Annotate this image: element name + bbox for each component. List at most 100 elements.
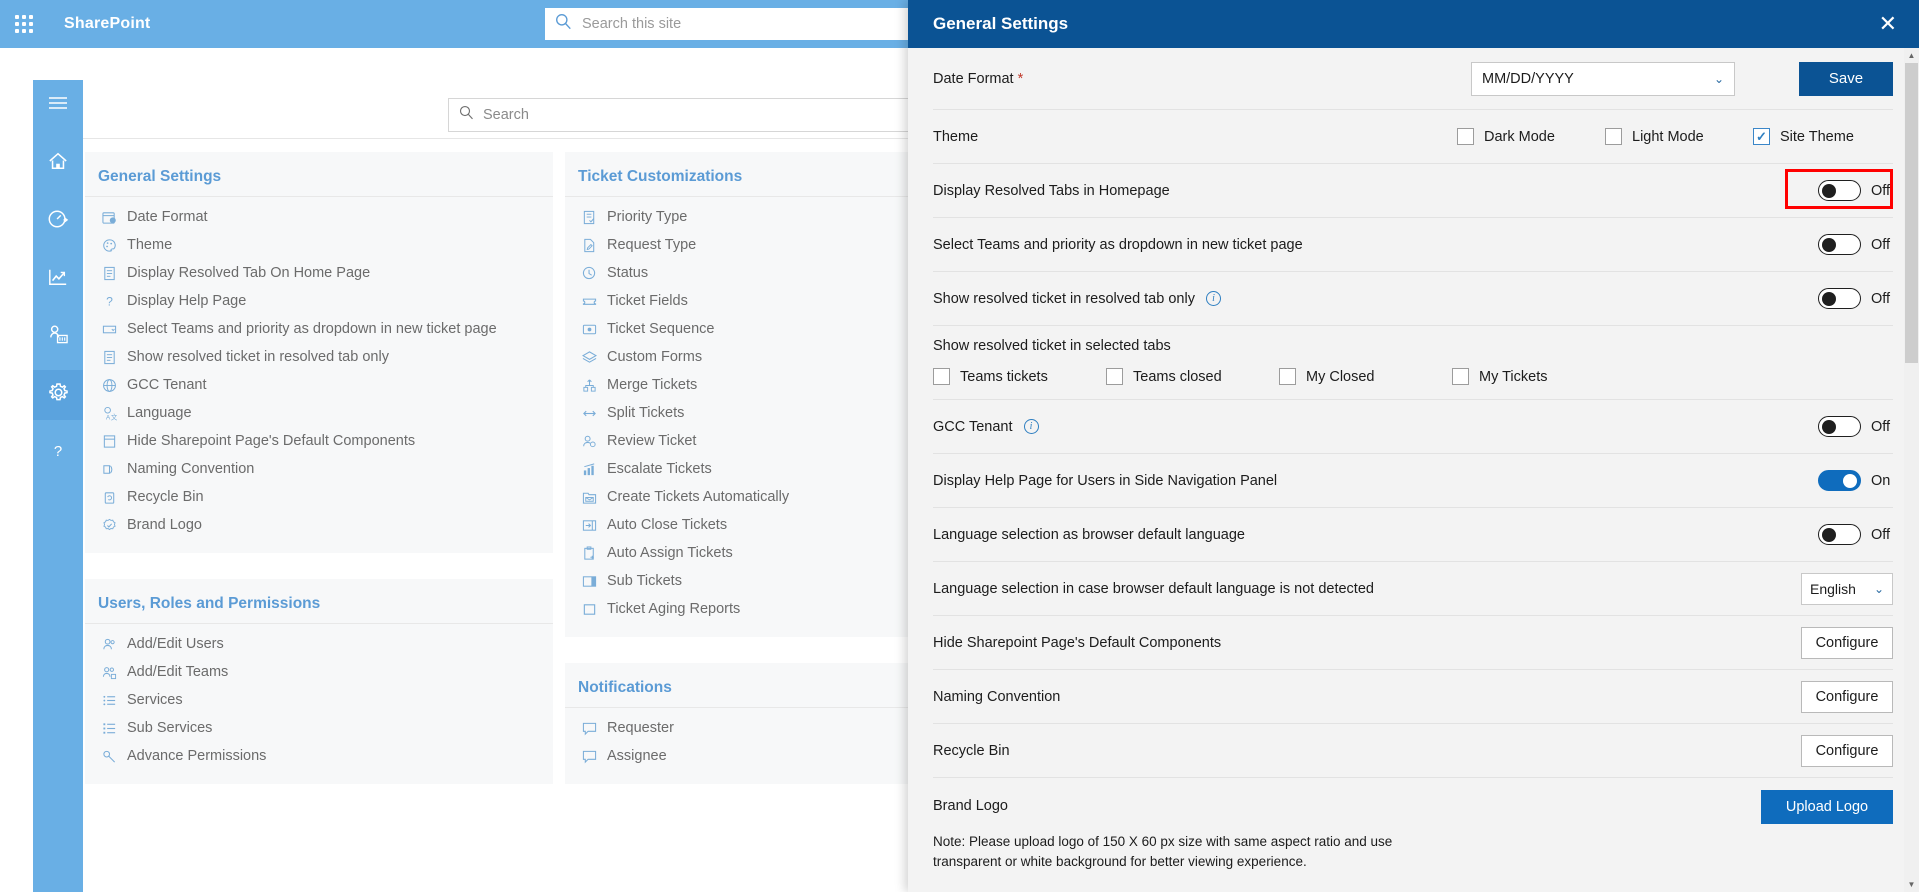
list-item[interactable]: Show resolved ticket in resolved tab onl…: [85, 343, 553, 371]
close-icon[interactable]: ✕: [1879, 13, 1897, 35]
panel-scrollbar[interactable]: ▲ ▼: [1904, 48, 1919, 892]
toggle-display-resolved-tabs[interactable]: [1818, 180, 1861, 201]
sidebar-item-help[interactable]: ?: [33, 428, 83, 478]
scrollbar-thumb[interactable]: [1905, 63, 1918, 363]
checkbox-site-theme[interactable]: Site Theme: [1753, 128, 1893, 145]
toggle-display-help-page[interactable]: [1818, 470, 1861, 491]
list-item[interactable]: Brand Logo: [85, 511, 553, 539]
save-button[interactable]: Save: [1799, 61, 1893, 96]
sub-list-icon: [101, 720, 118, 737]
svg-text:文: 文: [111, 412, 117, 420]
configure-naming-convention-button[interactable]: Configure: [1801, 680, 1893, 713]
toggle-state-label: Off: [1871, 182, 1891, 199]
chevron-down-icon: ⌄: [1873, 581, 1884, 596]
list-item[interactable]: Select Teams and priority as dropdown in…: [85, 315, 553, 343]
list-item-label: Add/Edit Teams: [127, 664, 229, 680]
row-control: Off: [1818, 288, 1893, 309]
list-item-label: GCC Tenant: [127, 377, 207, 393]
row-language-browser-default: Language selection as browser default la…: [933, 508, 1893, 562]
row-control: Off: [1818, 234, 1893, 255]
general-settings-panel: General Settings ✕ Date Format * MM/DD/Y…: [908, 0, 1919, 892]
list-item-label: Merge Tickets: [607, 377, 698, 393]
list-item[interactable]: Date Format: [85, 203, 553, 231]
list-item[interactable]: Add/Edit Teams: [85, 658, 553, 686]
row-control: Off: [1818, 524, 1893, 545]
configure-recycle-bin-button[interactable]: Configure: [1801, 734, 1893, 767]
sidebar-item-reports[interactable]: [33, 254, 83, 304]
list-item-label: Date Format: [127, 209, 208, 225]
card-title: General Settings: [85, 152, 553, 197]
toggle-gcc-tenant[interactable]: [1818, 416, 1861, 437]
list-item[interactable]: Add/Edit Users: [85, 630, 553, 658]
row-theme: Theme Dark Mode Light Mode Site Theme: [933, 110, 1893, 164]
info-icon[interactable]: i: [1205, 291, 1221, 307]
checkbox-box: [1452, 368, 1469, 385]
list-item-label: Auto Assign Tickets: [607, 545, 733, 561]
row-selected-tabs: Show resolved ticket in selected tabs Te…: [933, 326, 1893, 400]
request-edit-icon: [581, 237, 598, 254]
row-label: GCC Tenant i: [933, 419, 1818, 435]
mail-folder-icon: [581, 489, 598, 506]
date-format-text: Date Format: [933, 70, 1014, 87]
info-icon[interactable]: i: [1023, 419, 1039, 435]
left-nav-rail: ?: [33, 80, 83, 892]
card-item-list: Date Format Theme Display Resolved Tab O…: [85, 197, 553, 539]
app-launcher-icon[interactable]: [0, 0, 48, 48]
row-control: Configure: [1801, 734, 1893, 767]
checkbox-teams-closed[interactable]: Teams closed: [1106, 368, 1279, 385]
page-layout-icon: [101, 433, 118, 450]
sidebar-item-teams[interactable]: [33, 312, 83, 362]
scroll-down-arrow[interactable]: ▼: [1904, 877, 1919, 892]
date-format-select[interactable]: MM/DD/YYYY ⌄: [1471, 61, 1735, 96]
list-item-label: Sub Tickets: [607, 573, 682, 589]
language-select[interactable]: English ⌄: [1801, 572, 1893, 605]
toggle-state-label: Off: [1871, 526, 1891, 543]
configure-hide-components-button[interactable]: Configure: [1801, 626, 1893, 659]
list-item[interactable]: A 文 Language: [85, 399, 553, 427]
list-item-label: Request Type: [607, 237, 697, 253]
toggle-select-teams-priority[interactable]: [1818, 234, 1861, 255]
sidebar-item-dashboard[interactable]: [33, 196, 83, 246]
checkbox-dark-mode[interactable]: Dark Mode: [1457, 128, 1605, 145]
list-item[interactable]: Theme: [85, 231, 553, 259]
recycle-bin-icon: [101, 489, 118, 506]
list-item-label: Ticket Sequence: [607, 321, 715, 337]
checkbox-teams-tickets[interactable]: Teams tickets: [933, 368, 1106, 385]
scroll-up-arrow[interactable]: ▲: [1904, 48, 1919, 63]
list-item[interactable]: Hide Sharepoint Page's Default Component…: [85, 427, 553, 455]
list-item-label: Language: [127, 405, 192, 421]
row-brand-logo: Brand Logo Upload Logo: [933, 778, 1893, 824]
list-item[interactable]: Display Resolved Tab On Home Page: [85, 259, 553, 287]
list-item[interactable]: ? Display Help Page: [85, 287, 553, 315]
clock-check-icon: [581, 265, 598, 282]
sidebar-item-menu[interactable]: [33, 80, 83, 130]
suite-title[interactable]: SharePoint: [64, 15, 150, 33]
list-item-label: Priority Type: [607, 209, 688, 225]
sidebar-item-settings[interactable]: [33, 370, 83, 420]
badge-icon: [101, 517, 118, 534]
list-item-label: Assignee: [607, 748, 667, 764]
settings-gear-icon: [47, 381, 70, 409]
checkbox-my-closed[interactable]: My Closed: [1279, 368, 1452, 385]
escalate-chart-icon: [581, 461, 598, 478]
square-icon: [581, 601, 598, 618]
list-item[interactable]: Services: [85, 686, 553, 714]
list-item[interactable]: Sub Services: [85, 714, 553, 742]
row-display-resolved-tabs: Display Resolved Tabs in Homepage Off: [933, 164, 1893, 218]
list-item[interactable]: Recycle Bin: [85, 483, 553, 511]
toggle-show-resolved-tab-only[interactable]: [1818, 288, 1861, 309]
checkbox-my-tickets[interactable]: My Tickets: [1452, 368, 1625, 385]
comment-icon: [581, 720, 598, 737]
toggle-language-browser-default[interactable]: [1818, 524, 1861, 545]
checkbox-light-mode[interactable]: Light Mode: [1605, 128, 1753, 145]
row-date-format: Date Format * MM/DD/YYYY ⌄ Save: [933, 48, 1893, 110]
upload-logo-button[interactable]: Upload Logo: [1761, 790, 1893, 824]
list-item[interactable]: GCC Tenant: [85, 371, 553, 399]
checkbox-box: [1753, 128, 1770, 145]
list-item[interactable]: Naming Convention: [85, 455, 553, 483]
card-general-settings: General Settings Date Format Theme Displ…: [85, 152, 553, 553]
translate-icon: A文: [101, 405, 118, 422]
rename-icon: [101, 461, 118, 478]
sidebar-item-home[interactable]: [33, 138, 83, 188]
list-item[interactable]: Advance Permissions: [85, 742, 553, 770]
